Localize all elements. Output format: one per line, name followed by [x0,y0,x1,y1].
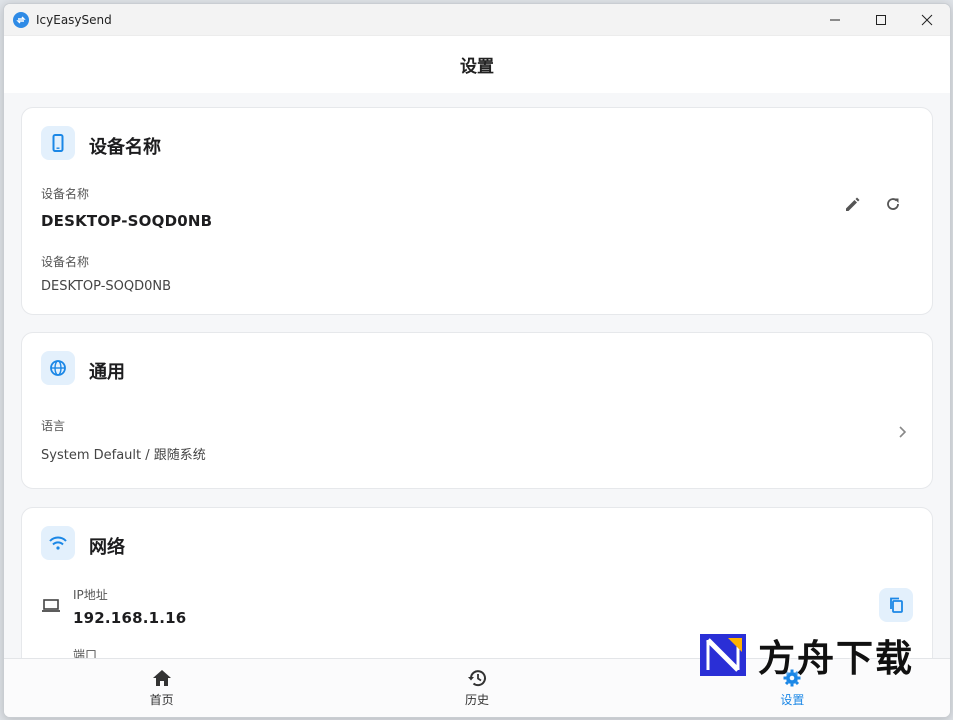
nav-home[interactable]: 首页 [4,659,319,717]
nav-history[interactable]: 历史 [319,659,634,717]
maximize-icon [876,14,886,25]
wifi-icon [41,526,75,560]
app-logo-icon [13,11,29,28]
general-card: 通用 语言 System Default / 跟随系统 [21,332,933,489]
watermark-logo: 方舟下载 [698,628,916,682]
pencil-icon [846,197,860,211]
home-icon [152,670,171,686]
close-icon [921,14,933,25]
language-label: 语言 [41,419,66,433]
phone-icon [41,126,75,160]
ip-address-label: IP地址 [73,588,108,602]
settings-content[interactable]: 设备名称 设备名称 DESKTOP-SOQD0NB 设备名称 DESKTOP-S… [4,94,950,659]
nav-history-label: 历史 [464,693,489,707]
copy-ip-button[interactable] [879,588,913,622]
device-name-card: 设备名称 设备名称 DESKTOP-SOQD0NB 设备名称 DESKTOP-S… [21,107,933,315]
window-title: IcyEasySend [36,12,112,27]
general-card-title: 通用 [89,362,125,383]
minimize-icon [830,19,840,20]
title-bar: IcyEasySend [4,4,950,36]
laptop-icon [42,599,60,612]
device-name-label: 设备名称 [41,187,90,201]
watermark-logo-icon [700,634,746,676]
refresh-icon [887,198,899,210]
close-button[interactable] [904,4,950,35]
copy-icon [890,597,903,613]
ip-address-value: 192.168.1.16 [73,609,187,627]
nav-settings-label: 设置 [780,693,805,707]
edit-name-button[interactable] [838,189,868,219]
device-name-value-2: DESKTOP-SOQD0NB [41,279,172,294]
maximize-button[interactable] [858,4,904,35]
language-setting-row[interactable]: 语言 System Default / 跟随系统 [22,403,932,463]
window-controls [812,4,950,35]
history-icon [467,670,486,687]
chevron-right-icon [899,426,907,438]
globe-icon [41,351,75,385]
device-name-value: DESKTOP-SOQD0NB [41,212,213,230]
minimize-button[interactable] [812,4,858,35]
network-card-title: 网络 [89,537,125,558]
page-title: 设置 [4,36,950,93]
nav-home-label: 首页 [149,693,174,707]
refresh-name-button[interactable] [878,189,908,219]
language-value: System Default / 跟随系统 [41,448,206,463]
device-card-title: 设备名称 [89,137,161,158]
watermark-text: 方舟下载 [758,637,914,680]
app-window: IcyEasySend 设置 设备名称 设备名称 DESKTOP-SOQD0NB… [3,3,951,718]
device-name-label-2: 设备名称 [41,255,90,269]
